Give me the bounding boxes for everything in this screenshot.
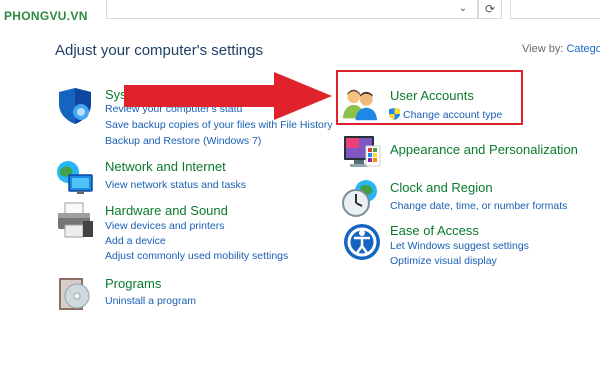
- address-dropdown-icon[interactable]: ⌄: [456, 2, 470, 16]
- category-link[interactable]: Save backup copies of your files with Fi…: [105, 119, 333, 131]
- ease-of-access-icon[interactable]: [342, 222, 382, 262]
- category-link[interactable]: Add a device: [105, 235, 166, 247]
- printer-icon[interactable]: [55, 201, 95, 241]
- category-title[interactable]: Ease of Access: [390, 223, 479, 238]
- category-link[interactable]: Let Windows suggest settings: [390, 240, 529, 252]
- red-arrow-annotation: [124, 72, 332, 120]
- refresh-icon[interactable]: ⟳: [478, 0, 502, 19]
- network-globe-icon[interactable]: [55, 158, 95, 198]
- programs-disk-icon[interactable]: [55, 274, 95, 314]
- system-security-icon[interactable]: [55, 86, 95, 126]
- category-hardware: Hardware and Sound View devices and prin…: [55, 201, 335, 266]
- highlight-box: [336, 70, 523, 125]
- category-appearance: Appearance and Personalization: [342, 132, 592, 172]
- category-ease-of-access: Ease of Access Let Windows suggest setti…: [342, 222, 592, 270]
- view-by-dropdown[interactable]: Catego: [566, 43, 600, 55]
- category-link[interactable]: Optimize visual display: [390, 255, 497, 267]
- view-by-label: View by:: [522, 43, 564, 55]
- category-title[interactable]: Appearance and Personalization: [390, 142, 578, 157]
- view-by: View by: Catego: [522, 43, 600, 55]
- category-link[interactable]: Uninstall a program: [105, 295, 196, 307]
- search-input[interactable]: [510, 0, 600, 19]
- category-network: Network and Internet View network status…: [55, 158, 335, 198]
- category-title[interactable]: Hardware and Sound: [105, 203, 228, 218]
- page-title: Adjust your computer's settings: [55, 42, 263, 59]
- category-link[interactable]: Change date, time, or number formats: [390, 200, 567, 212]
- clock-globe-icon[interactable]: [342, 178, 382, 218]
- monitor-palette-icon[interactable]: [342, 132, 382, 172]
- category-title[interactable]: Programs: [105, 276, 161, 291]
- address-bar[interactable]: [106, 0, 478, 19]
- top-bar: ⌄ ⟳ PHONGVU.VN: [0, 0, 600, 28]
- category-link[interactable]: Adjust commonly used mobility settings: [105, 250, 288, 262]
- category-programs: Programs Uninstall a program: [55, 274, 335, 314]
- category-link[interactable]: Backup and Restore (Windows 7): [105, 135, 261, 147]
- watermark-logo: PHONGVU.VN: [4, 9, 88, 23]
- category-link[interactable]: View devices and printers: [105, 220, 224, 232]
- category-title[interactable]: Network and Internet: [105, 159, 226, 174]
- category-title[interactable]: Clock and Region: [390, 180, 493, 195]
- category-clock: Clock and Region Change date, time, or n…: [342, 178, 592, 218]
- category-link[interactable]: View network status and tasks: [105, 179, 246, 191]
